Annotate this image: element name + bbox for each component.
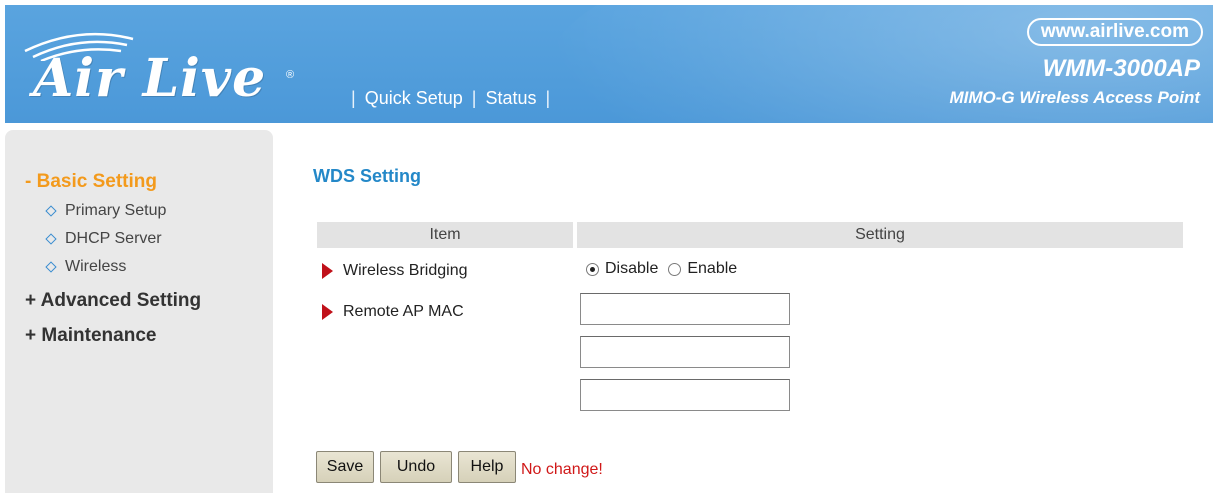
status-message: No change! — [521, 461, 603, 478]
wireless-bridging-label: Wireless Bridging — [343, 262, 468, 279]
remote-ap-mac-row-label: Remote AP MAC — [322, 303, 464, 321]
sidebar-item-label: Wireless — [65, 258, 127, 275]
product-subtitle: MIMO-G Wireless Access Point — [949, 88, 1200, 107]
nav-status[interactable]: Status — [485, 88, 536, 109]
sidebar: - Basic Setting Primary Setup DHCP Serve… — [5, 130, 273, 493]
sidebar-item-dhcp-server[interactable]: DHCP Server — [45, 230, 162, 248]
airlive-logo: Air Live — [33, 48, 267, 109]
diamond-bullet-icon — [45, 233, 57, 245]
sidebar-item-wireless[interactable]: Wireless — [45, 258, 126, 276]
remote-ap-mac-label: Remote AP MAC — [343, 303, 464, 320]
remote-ap-mac-input-1[interactable] — [580, 293, 790, 325]
column-header-setting: Setting — [577, 222, 1183, 248]
diamond-bullet-icon — [45, 261, 57, 273]
red-arrow-bullet-icon — [322, 304, 333, 320]
page-title: WDS Setting — [313, 166, 421, 186]
save-button[interactable]: Save — [316, 451, 374, 483]
website-url: www.airlive.com — [1026, 18, 1203, 46]
nav-separator: | — [545, 88, 551, 108]
diamond-bullet-icon — [45, 205, 57, 217]
undo-button[interactable]: Undo — [380, 451, 452, 483]
wireless-bridging-radio-group: Disable Enable — [586, 260, 747, 278]
sidebar-group-basic-setting[interactable]: - Basic Setting — [25, 171, 157, 193]
sidebar-group-maintenance[interactable]: + Maintenance — [25, 325, 156, 347]
radio-enable[interactable] — [668, 262, 682, 276]
red-arrow-bullet-icon — [322, 263, 333, 279]
nav-separator: | — [351, 88, 356, 108]
sidebar-item-label: DHCP Server — [65, 230, 162, 247]
wireless-bridging-row-label: Wireless Bridging — [322, 262, 467, 280]
nav-separator: | — [471, 88, 477, 108]
registered-mark: ® — [286, 69, 295, 81]
remote-ap-mac-input-2[interactable] — [580, 336, 790, 368]
radio-enable-label[interactable]: Enable — [687, 260, 737, 278]
header-banner: Air Live ® | Quick Setup | Status | www.… — [5, 5, 1213, 123]
column-header-item: Item — [317, 222, 573, 248]
nav-quick-setup[interactable]: Quick Setup — [365, 88, 463, 109]
sidebar-item-primary-setup[interactable]: Primary Setup — [45, 202, 166, 220]
sidebar-item-label: Primary Setup — [65, 202, 167, 219]
radio-disable-label[interactable]: Disable — [605, 260, 658, 278]
sidebar-group-advanced-setting[interactable]: + Advanced Setting — [25, 290, 201, 312]
help-button[interactable]: Help — [458, 451, 516, 483]
radio-disable[interactable] — [586, 262, 599, 276]
model-name: WMM-3000AP — [1042, 55, 1200, 82]
remote-ap-mac-input-3[interactable] — [580, 379, 790, 411]
radio-selected-dot — [590, 266, 595, 272]
top-nav: | Quick Setup | Status | — [342, 88, 559, 109]
